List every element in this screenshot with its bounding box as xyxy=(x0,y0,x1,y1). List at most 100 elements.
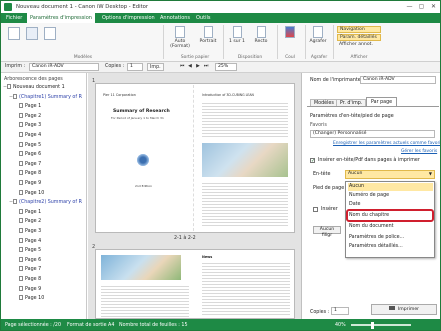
navigation-toggle[interactable]: Navigation xyxy=(337,26,381,33)
tree-page-item[interactable]: Page 4 xyxy=(15,132,41,139)
tree-chapter-item[interactable]: − (Chapitre1) Summary of R xyxy=(9,93,82,101)
tree-page-item[interactable]: Page 8 xyxy=(15,276,41,283)
tree-page-item[interactable]: Page 4 xyxy=(15,237,41,245)
page-icon xyxy=(19,208,23,214)
prev-page-icon[interactable]: ◀ xyxy=(187,63,193,71)
preview-heading: News xyxy=(202,255,213,259)
tree-item-label: Nouveau document 1 xyxy=(13,85,65,90)
tree-page-item[interactable]: Page 2 xyxy=(15,218,41,225)
tree-page-item[interactable]: Page 6 xyxy=(15,151,41,158)
zoom-slider[interactable] xyxy=(351,324,411,326)
option-page-number[interactable]: Numéro de page xyxy=(348,192,433,200)
tree-page-item[interactable]: Page 7 xyxy=(15,266,41,273)
header-footer-checkbox[interactable]: ✓ xyxy=(310,158,315,164)
close-icon[interactable]: ✕ xyxy=(429,3,438,11)
menu-tools[interactable]: Outils xyxy=(193,13,213,23)
zoom-slider-thumb[interactable] xyxy=(371,322,374,329)
tab-divider xyxy=(307,106,439,107)
sheet-caption: 2-1 à 2-2 xyxy=(174,236,196,241)
tree-chapter-item[interactable]: − (Chapitre2) Summary of R xyxy=(9,199,82,206)
color-button[interactable] xyxy=(283,26,297,39)
detailed-settings-toggle[interactable]: Param. détaillés xyxy=(337,34,381,41)
document-icon xyxy=(13,93,17,99)
tree-page-item[interactable]: Page 1 xyxy=(15,208,41,216)
save-favorite-link[interactable]: Enregistrer les paramètres actuels comme… xyxy=(333,141,440,146)
manage-favorites-link[interactable]: Gérer les favoris xyxy=(401,149,437,154)
template-icon-2[interactable] xyxy=(25,27,39,41)
print-main-button[interactable]: Imprimer xyxy=(371,304,437,315)
option-none[interactable]: Aucun xyxy=(348,183,433,191)
header-select[interactable]: Aucun ▼ xyxy=(345,170,435,179)
zoom-select[interactable]: 25% xyxy=(215,63,237,71)
option-detailed-settings[interactable]: Paramètres détaillés... xyxy=(348,243,433,251)
tree-item-label: Page 8 xyxy=(25,171,42,177)
group-label-display: Afficher xyxy=(350,55,368,60)
tree-page-item[interactable]: Page 9 xyxy=(15,180,41,187)
status-selected-page: Page sélectionnée : /20 xyxy=(5,323,62,328)
printer-select[interactable]: Canon iR-ADV xyxy=(29,63,99,71)
panel-copies-input[interactable]: 1 xyxy=(331,307,349,315)
maximize-icon[interactable]: ▢ xyxy=(417,3,426,11)
tree-page-item[interactable]: Page 3 xyxy=(15,122,41,129)
preview-sheet-1[interactable]: Pier 11 Corporation Summary of Research … xyxy=(95,83,295,233)
preview-page-left: Pier 11 Corporation Summary of Research … xyxy=(97,85,194,231)
status-zoom: 40% xyxy=(335,323,346,328)
tree-page-item[interactable]: Page 10 xyxy=(15,295,44,302)
option-font-settings[interactable]: Paramètres de police... xyxy=(348,234,433,242)
watermark-button[interactable]: Aucun filigr xyxy=(313,226,341,238)
tree-page-item[interactable]: Page 1 xyxy=(15,103,41,110)
next-page-icon[interactable]: ▶ xyxy=(195,63,201,71)
tree-page-item[interactable]: Page 10 xyxy=(15,189,44,197)
menu-print-options[interactable]: Options d'impression xyxy=(99,13,158,23)
orientation-button[interactable]: Portrait xyxy=(197,26,219,44)
show-annotations-toggle[interactable]: Afficher annot. xyxy=(337,42,381,49)
minimize-icon[interactable]: — xyxy=(405,3,414,11)
tree-page-item[interactable]: Page 8 xyxy=(15,170,41,177)
ribbon-separator xyxy=(305,25,306,59)
toolbar: Imprim : Canon iR-ADV Copies : 1 Imp. ⏮ … xyxy=(1,62,440,73)
menu-print-settings[interactable]: Paramètres d'impression xyxy=(27,13,95,23)
app-window: Nouveau document 1 - Canon iW Desktop - … xyxy=(0,0,441,331)
template-icon-1[interactable] xyxy=(7,27,21,41)
page-icon xyxy=(19,285,23,291)
tree-page-item[interactable]: Page 3 xyxy=(15,228,41,235)
window-title: Nouveau document 1 - Canon iW Desktop - … xyxy=(16,4,149,10)
tree-page-item[interactable]: Page 9 xyxy=(15,285,41,293)
print-button[interactable]: Imp. xyxy=(147,63,164,71)
chevron-down-icon: ▼ xyxy=(428,171,432,176)
option-document-name[interactable]: Nom du document xyxy=(348,223,433,231)
tree-item-label: Page 3 xyxy=(25,123,42,129)
layout-button[interactable]: 1 sur 1 xyxy=(227,26,247,44)
ribbon-separator xyxy=(333,25,334,59)
preview-photo xyxy=(202,143,288,177)
tree-page-item[interactable]: Page 5 xyxy=(15,141,41,149)
insert-checkbox[interactable] xyxy=(313,207,318,212)
tree-document-item[interactable]: − Nouveau document 1 xyxy=(3,84,65,91)
template-icon-3[interactable] xyxy=(43,27,57,41)
staple-button[interactable]: Agrafer xyxy=(309,26,327,44)
page-icon xyxy=(19,170,23,176)
favorites-label: Favoris xyxy=(310,123,327,128)
ribbon: Modèles Auto (Format) Portrait Sortie pa… xyxy=(1,23,440,62)
first-page-icon[interactable]: ⏮ xyxy=(179,63,185,71)
ribbon-separator xyxy=(277,25,278,59)
duplex-button[interactable]: Recto xyxy=(251,26,271,44)
page-size-button[interactable]: Auto (Format) xyxy=(169,26,191,49)
page-icon xyxy=(19,160,23,166)
document-icon xyxy=(13,199,17,205)
favorites-select[interactable]: (Changer) Personnalisé xyxy=(310,130,435,138)
option-date[interactable]: Date xyxy=(348,201,433,209)
page-icon xyxy=(19,237,23,243)
tree-page-item[interactable]: Page 2 xyxy=(15,112,41,120)
menu-file[interactable]: Fichier xyxy=(3,13,25,23)
menu-annotations[interactable]: Annotations xyxy=(157,13,193,23)
tree-page-item[interactable]: Page 6 xyxy=(15,256,41,264)
printer-name-label: Nom de l'imprimante : xyxy=(310,78,364,83)
preview-sheet-2[interactable]: News xyxy=(95,249,295,319)
last-page-icon[interactable]: ⏭ xyxy=(203,63,209,71)
copies-input[interactable]: 1 xyxy=(127,63,143,71)
tree-page-item[interactable]: Page 7 xyxy=(15,160,41,168)
tree-page-item[interactable]: Page 5 xyxy=(15,247,41,254)
tree-item-label: Page 1 xyxy=(25,104,42,110)
printer-name-select[interactable]: Canon iR-ADV xyxy=(360,76,436,84)
